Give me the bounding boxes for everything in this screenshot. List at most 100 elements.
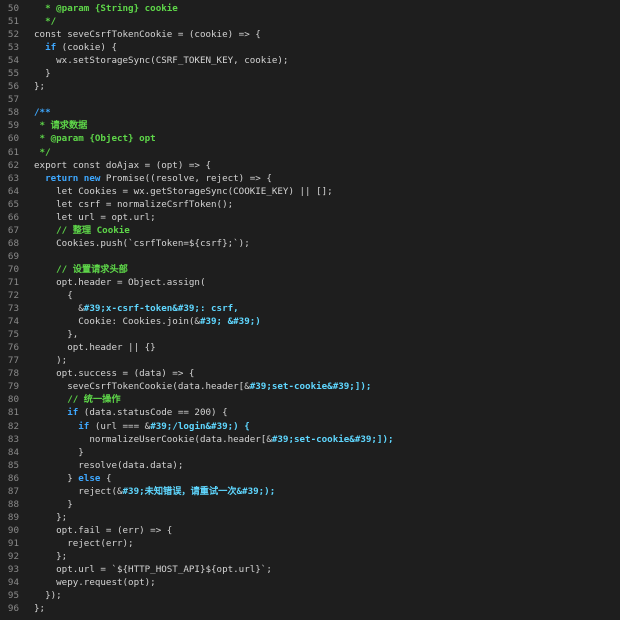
code-token: { xyxy=(34,290,73,302)
line-code: opt.success = (data) => { xyxy=(34,367,194,380)
code-token: */ xyxy=(34,16,57,28)
code-token: * @param {String} cookie xyxy=(34,3,178,14)
code-token: seveCsrfTokenCookie(data.header[& xyxy=(34,381,250,393)
code-line: 52 const seveCsrfTokenCookie = (cookie) =… xyxy=(0,28,620,41)
code-token: opt.header || {} xyxy=(34,342,156,354)
line-code: // 设置请求头部 xyxy=(34,263,128,276)
code-token: opt.url = `${HTTP_HOST_API}${opt.url}`; xyxy=(34,564,272,576)
code-token: reject(err); xyxy=(34,537,134,549)
code-token: opt.header = Object.assign( xyxy=(34,276,206,288)
code-token: * 请求数据 xyxy=(34,120,88,132)
code-token: wepy.request(opt); xyxy=(34,577,156,589)
line-code: }; xyxy=(34,511,67,524)
code-line: 78 opt.success = (data) => { xyxy=(0,367,620,380)
line-code: Cookie: Cookies.join(&#39; &#39;) xyxy=(34,315,261,328)
line-code: ); xyxy=(34,354,67,367)
code-token: reject(& xyxy=(34,485,123,497)
code-line: 50 * @param {String} cookie xyxy=(0,2,620,15)
line-number: 75 xyxy=(7,329,19,341)
line-number: 69 xyxy=(7,250,19,262)
code-line: 80 // 统一操作 xyxy=(0,393,620,406)
line-code: Cookies.push(`csrfToken=${csrf};`); xyxy=(34,237,250,250)
code-line: 84 } xyxy=(0,446,620,459)
code-area[interactable]: 50 * @param {String} cookie 51 */52 const … xyxy=(0,2,620,615)
line-number: 84 xyxy=(7,446,19,458)
code-token: let Cookies = wx.getStorageSync(COOKIE_K… xyxy=(34,185,333,197)
code-token: // 整理 Cookie xyxy=(34,224,130,236)
line-code: let url = opt.url; xyxy=(34,211,156,224)
code-token: resolve(data.data); xyxy=(34,459,184,471)
line-number: 73 xyxy=(7,303,19,315)
line-number: 53 xyxy=(7,42,19,54)
line-code: wepy.request(opt); xyxy=(34,576,156,589)
line-code: // 统一操作 xyxy=(34,393,120,406)
code-token: const seveCsrfTokenCookie = (cookie) => … xyxy=(34,29,261,41)
line-number: 96 xyxy=(7,603,19,615)
code-token: /** xyxy=(34,107,51,119)
line-code: }; xyxy=(34,550,67,563)
line-number: 83 xyxy=(7,433,19,445)
line-code: const seveCsrfTokenCookie = (cookie) => … xyxy=(34,28,261,41)
line-code: let Cookies = wx.getStorageSync(COOKIE_K… xyxy=(34,185,333,198)
code-token: }; xyxy=(34,550,68,562)
line-number: 51 xyxy=(7,16,19,28)
code-token: }; xyxy=(34,511,68,523)
line-number: 92 xyxy=(7,550,19,562)
line-code: /** xyxy=(34,106,51,119)
code-line: 62 export const doAjax = (opt) => { xyxy=(0,159,620,172)
code-token: if xyxy=(34,42,57,54)
code-token: }, xyxy=(34,329,79,341)
code-token: opt.fail = (err) => { xyxy=(34,524,173,536)
line-number: 77 xyxy=(7,355,19,367)
line-number: 54 xyxy=(7,55,19,67)
code-token: }); xyxy=(34,590,62,602)
code-token: } xyxy=(34,472,79,484)
line-number: 60 xyxy=(7,133,19,145)
code-token: & xyxy=(34,303,84,315)
line-code: } xyxy=(34,498,73,511)
line-number: 56 xyxy=(7,81,19,93)
line-number: 86 xyxy=(7,472,19,484)
code-token: let csrf = normalizeCsrfToken(); xyxy=(34,198,234,210)
code-line: 59 * 请求数据 xyxy=(0,119,620,132)
code-line: 89 }; xyxy=(0,511,620,524)
code-line: 58 /** xyxy=(0,106,620,119)
line-code: */ xyxy=(34,15,56,28)
line-code: wx.setStorageSync(CSRF_TOKEN_KEY, cookie… xyxy=(34,54,288,67)
code-editor[interactable]: 50 * @param {String} cookie 51 */52 const … xyxy=(0,0,620,620)
line-number: 57 xyxy=(7,94,19,106)
code-line: 92 }; xyxy=(0,550,620,563)
code-line: 87 reject(&#39;未知错误，请重试一次&#39;); xyxy=(0,485,620,498)
code-token: }; xyxy=(34,81,46,93)
code-line: 60 * @param {Object} opt xyxy=(0,132,620,145)
line-code: } else { xyxy=(34,472,111,485)
code-line: 93 opt.url = `${HTTP_HOST_API}${opt.url}… xyxy=(0,563,620,576)
code-token: (cookie) { xyxy=(56,42,117,54)
line-code: * @param {String} cookie xyxy=(34,2,178,15)
line-number: 94 xyxy=(7,577,19,589)
code-line: 83 normalizeUserCookie(data.header[&#39;… xyxy=(0,433,620,446)
code-line: 63 return new Promise((resolve, reject) … xyxy=(0,172,620,185)
line-number: 81 xyxy=(7,407,19,419)
line-code: }; xyxy=(34,602,45,615)
code-token: } xyxy=(34,498,73,510)
line-code: if (url === &#39;/login&#39;) { xyxy=(34,420,250,433)
line-number: 80 xyxy=(7,394,19,406)
line-code: } xyxy=(34,446,84,459)
line-code: reject(err); xyxy=(34,537,134,550)
code-token: normalizeUserCookie(data.header[& xyxy=(34,433,272,445)
code-token: #39;x-csrf-token&#39;: csrf, xyxy=(83,303,239,315)
code-token: return new xyxy=(34,172,101,184)
code-token: #39; &#39;) xyxy=(199,316,261,328)
line-code: }); xyxy=(34,589,62,602)
code-token: #39;未知错误，请重试一次&#39;); xyxy=(122,485,276,497)
code-token: */ xyxy=(34,146,51,158)
code-token: Cookie: Cookies.join(& xyxy=(34,316,200,328)
line-number: 61 xyxy=(7,146,19,158)
line-code: if (data.statusCode == 200) { xyxy=(34,406,227,419)
code-token: wx.setStorageSync(CSRF_TOKEN_KEY, cookie… xyxy=(34,55,289,67)
code-token: else xyxy=(78,472,101,484)
code-line: 57 xyxy=(0,93,620,106)
line-code: }; xyxy=(34,80,45,93)
code-line: 53 if (cookie) { xyxy=(0,41,620,54)
